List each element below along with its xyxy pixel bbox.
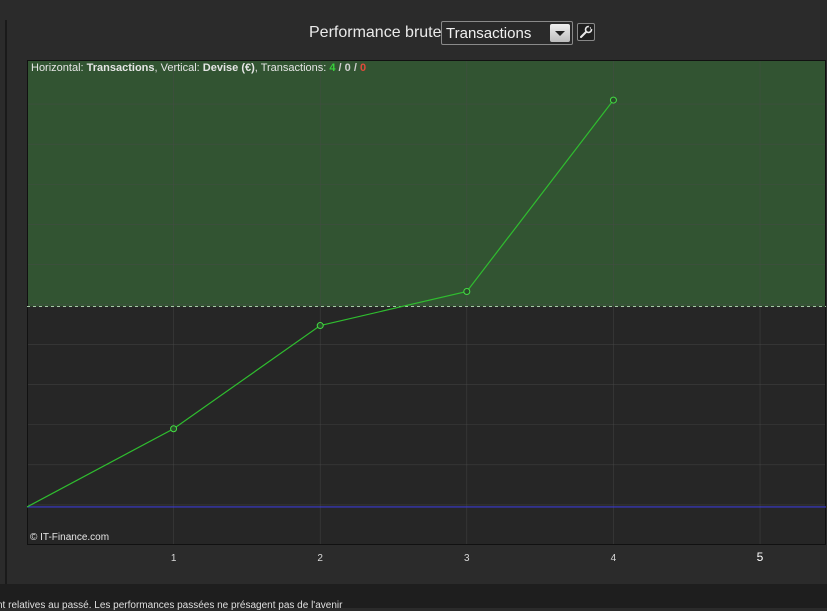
- x-tick-label: 1: [171, 553, 177, 564]
- settings-button[interactable]: [577, 23, 595, 41]
- wrench-icon: [580, 24, 593, 38]
- performance-label: Performance brute: [309, 24, 442, 41]
- x-tick-label: 2: [317, 553, 323, 564]
- chart-svg: 1 2 3 4 5: [26, 60, 826, 564]
- performance-type-select[interactable]: Transactions: [441, 21, 573, 45]
- positive-zone: [27, 60, 826, 307]
- separator: /: [335, 62, 345, 74]
- transactions-loss-count: 0: [359, 62, 367, 74]
- chart-header: Performance brute Transactions: [0, 20, 827, 48]
- transactions-label: , Transactions:: [254, 62, 330, 74]
- left-panel-border: [5, 20, 7, 592]
- copyright: © IT-Finance.com: [30, 532, 110, 543]
- horizontal-value: Transactions: [86, 62, 155, 74]
- data-point: [609, 96, 617, 104]
- chevron-down-icon[interactable]: [550, 24, 570, 42]
- x-tick-label: 3: [464, 553, 470, 564]
- x-tick-label: 4: [611, 553, 617, 564]
- chart-info: Horizontal: Transactions, Vertical: Devi…: [31, 62, 366, 74]
- disclaimer-bar: nt relatives au passé. Les performances …: [0, 584, 827, 611]
- data-point: [316, 322, 324, 330]
- vertical-value: Devise (€): [202, 62, 255, 74]
- select-value: Transactions: [446, 25, 532, 42]
- x-tick-label: 5: [757, 550, 764, 564]
- disclaimer-text: nt relatives au passé. Les performances …: [0, 600, 343, 611]
- equity-chart: 1 2 3 4 5 Horizontal: Transactions, Vertical…: [26, 60, 827, 585]
- vertical-label: , Vertical:: [154, 62, 203, 74]
- data-point: [463, 287, 471, 295]
- data-point: [170, 425, 178, 433]
- horizontal-label: Horizontal:: [31, 62, 87, 74]
- separator: /: [350, 62, 360, 74]
